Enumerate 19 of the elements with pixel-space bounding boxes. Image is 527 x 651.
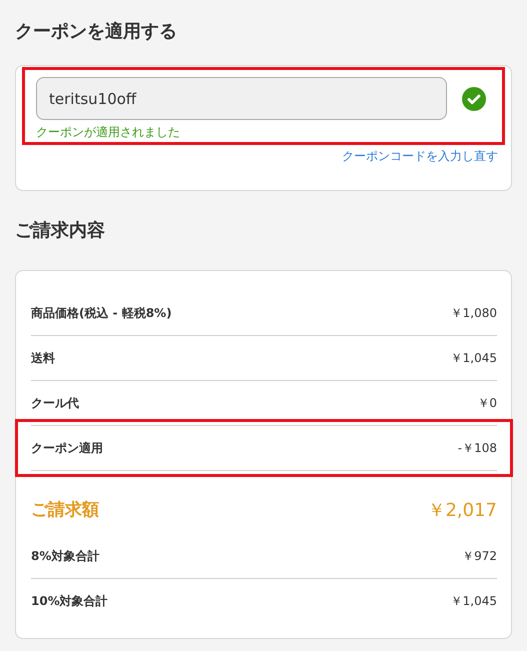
status-message: クーポンが適用されました	[36, 125, 181, 139]
section-heading: クーポンを適用する	[15, 20, 178, 44]
row-label: 10%対象合計	[31, 592, 108, 610]
row-label: クーポン適用	[31, 440, 103, 456]
row-amount: ￥1,045	[450, 592, 497, 610]
row-amount: ￥1,045	[450, 350, 497, 366]
row-label: クール代	[31, 394, 79, 412]
section-heading: ご請求内容	[15, 219, 106, 243]
row-amount: ￥972	[462, 548, 497, 564]
coupon-field[interactable]: teritsu10off	[36, 77, 447, 120]
row-amount: ￥0	[477, 394, 497, 412]
row-label: 送料	[31, 350, 55, 366]
total-amount: ￥2,017	[427, 498, 497, 522]
row-label: 8%対象合計	[31, 548, 100, 564]
row-label: 商品価格(税込 - 軽税8%)	[31, 304, 172, 322]
row-amount: ￥1,080	[450, 304, 497, 322]
total-label: ご請求額	[31, 499, 99, 521]
row-amount: -￥108	[458, 440, 497, 456]
reenter-link[interactable]: クーポンコードを入力し直す	[342, 149, 498, 163]
